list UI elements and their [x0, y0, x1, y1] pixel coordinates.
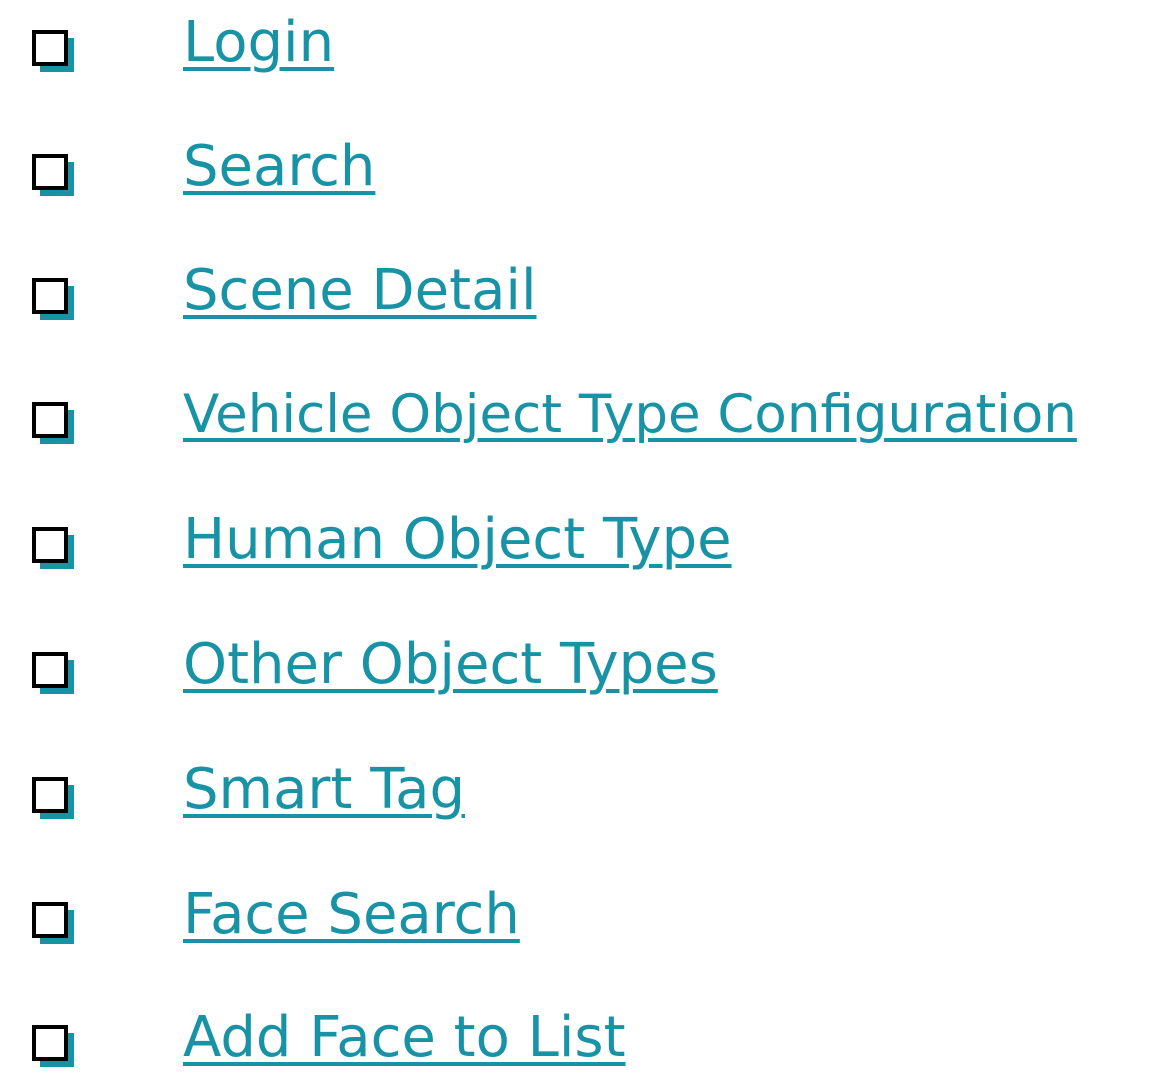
shadowed-box-icon — [31, 526, 77, 572]
shadowed-box-icon — [31, 1024, 77, 1070]
list-item: Other Object Types — [0, 630, 1170, 700]
shadowed-box-icon — [31, 401, 77, 447]
checklist-link-login[interactable]: Login — [183, 8, 334, 78]
shadowed-box-icon — [31, 153, 77, 199]
shadowed-box-icon — [31, 277, 77, 323]
checklist-link-other-object-types[interactable]: Other Object Types — [183, 630, 718, 700]
list-item: Scene Detail — [0, 256, 1170, 326]
checklist-link-scene-detail[interactable]: Scene Detail — [183, 256, 537, 326]
checklist-link-vehicle-object-type-configuration[interactable]: Vehicle Object Type Configuration — [183, 380, 1077, 450]
list-item: Search — [0, 132, 1170, 202]
list-item: Login — [0, 8, 1170, 78]
checklist-link-search[interactable]: Search — [183, 132, 375, 202]
list-item: Face Search — [0, 880, 1170, 950]
list-item: Human Object Type — [0, 505, 1170, 575]
checklist: Login Search Scene Detail Vehicle Object… — [0, 0, 1170, 1070]
checklist-link-smart-tag[interactable]: Smart Tag — [183, 755, 465, 825]
list-item: Add Face to List — [0, 1003, 1170, 1073]
shadowed-box-icon — [31, 776, 77, 822]
shadowed-box-icon — [31, 29, 77, 75]
list-item: Smart Tag — [0, 755, 1170, 825]
shadowed-box-icon — [31, 651, 77, 697]
shadowed-box-icon — [31, 901, 77, 947]
checklist-link-face-search[interactable]: Face Search — [183, 880, 520, 950]
checklist-link-human-object-type[interactable]: Human Object Type — [183, 505, 732, 575]
checklist-link-add-face-to-list[interactable]: Add Face to List — [183, 1003, 626, 1073]
list-item: Vehicle Object Type Configuration — [0, 380, 1170, 450]
